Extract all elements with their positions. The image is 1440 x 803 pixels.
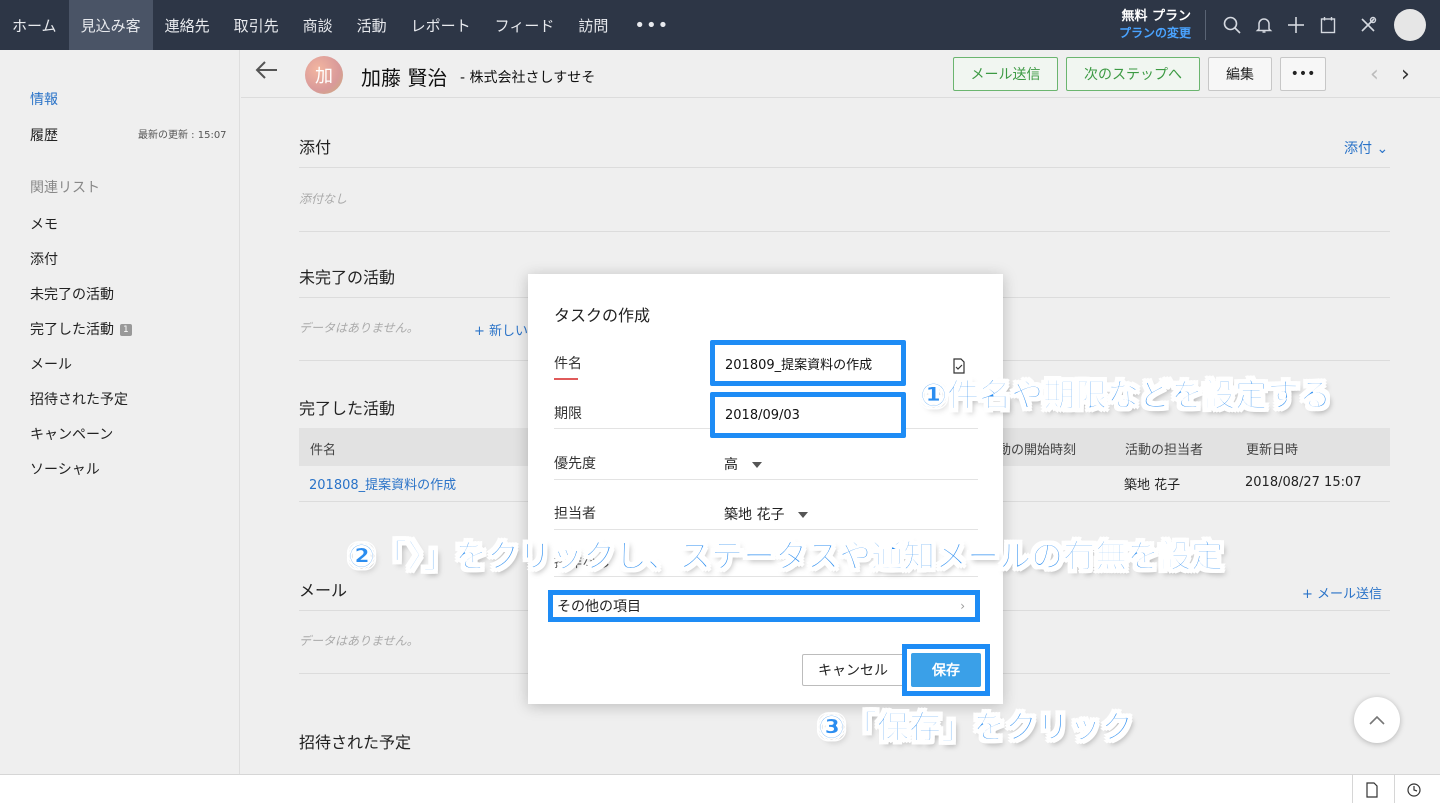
attachments-empty: 添付なし <box>299 192 348 206</box>
bell-icon[interactable] <box>1248 0 1280 50</box>
col-updated: 更新日時 <box>1246 443 1299 458</box>
user-avatar[interactable] <box>1394 9 1426 41</box>
more-actions-button[interactable]: ••• <box>1280 57 1326 91</box>
create-task-modal: タスクの作成 件名 201809_提案資料の作成 期限 2018/09/03 優… <box>528 274 1003 704</box>
plus-icon[interactable] <box>1280 0 1312 50</box>
tab-feeds[interactable]: フィード <box>483 0 567 50</box>
last-updated: 最新の更新 : 15:07 <box>138 130 227 141</box>
scroll-top-button[interactable] <box>1354 697 1400 743</box>
sidebar-item-label: 完了した活動 <box>30 322 114 338</box>
annotation-step-2: ②「〉」をクリックし、ステータスや通知メールの有無を設定 <box>347 537 1224 576</box>
divider <box>554 529 978 530</box>
history-icon[interactable] <box>1394 775 1432 803</box>
row-subject-link[interactable]: 201808_提案資料の作成 <box>309 474 456 493</box>
change-plan-link[interactable]: プランの変更 <box>1119 25 1191 41</box>
sidebar-item-social[interactable]: ソーシャル <box>30 459 100 479</box>
search-icon[interactable] <box>1216 0 1248 50</box>
priority-label: 優先度 <box>554 456 596 472</box>
more-tabs-button[interactable]: ••• <box>620 0 683 50</box>
modal-title: タスクの作成 <box>554 306 651 325</box>
chevron-right-icon[interactable]: › <box>960 599 965 613</box>
emails-title: メール <box>299 581 348 600</box>
tab-leads[interactable]: 見込み客 <box>68 0 153 50</box>
due-date-highlight: 2018/09/03 <box>710 392 906 438</box>
col-owner: 活動の担当者 <box>1125 443 1204 458</box>
required-indicator <box>554 378 578 380</box>
bottom-bar <box>0 774 1440 803</box>
subject-label: 件名 <box>554 356 582 372</box>
priority-select[interactable]: 高 <box>724 454 762 474</box>
save-button[interactable]: 保存 <box>911 653 981 687</box>
sidebar-item-info[interactable]: 情報 <box>30 89 58 109</box>
sidebar-item-campaigns[interactable]: キャンペーン <box>30 424 113 444</box>
owner-select[interactable]: 築地 花子 <box>724 504 809 524</box>
owner-value: 築地 花子 <box>724 507 785 523</box>
next-record-icon[interactable]: › <box>1401 62 1410 87</box>
tab-contacts[interactable]: 連絡先 <box>153 0 222 50</box>
top-nav: ホーム 見込み客 連絡先 取引先 商談 活動 レポート フィード 訪問 ••• … <box>0 0 1440 50</box>
annotation-step-1: ①件名や期限などを設定する <box>919 376 1332 415</box>
edit-button[interactable]: 編集 <box>1208 57 1272 91</box>
due-date-label: 期限 <box>554 406 582 422</box>
divider <box>299 167 1390 168</box>
sidebar-item-notes[interactable]: メモ <box>30 214 58 234</box>
tab-accounts[interactable]: 取引先 <box>222 0 291 50</box>
calendar-icon[interactable] <box>1312 0 1344 50</box>
record-header: 加 加藤 賢治 - 株式会社さしすせそ メール送信 次のステップへ 編集 •••… <box>241 50 1440 98</box>
priority-value: 高 <box>724 457 738 473</box>
col-subject: 件名 <box>310 443 337 458</box>
caret-down-icon <box>752 462 762 468</box>
prev-record-icon[interactable]: ‹ <box>1370 62 1379 87</box>
more-fields-label: その他の項目 <box>557 599 641 615</box>
related-list-heading: 関連リスト <box>30 180 100 196</box>
tools-icon[interactable] <box>1352 0 1384 50</box>
due-date-input[interactable]: 2018/09/03 <box>715 397 901 433</box>
closed-activities-title: 完了した活動 <box>299 399 396 418</box>
module-tabs: ホーム 見込み客 連絡先 取引先 商談 活動 レポート フィード 訪問 ••• <box>0 0 683 50</box>
tab-visits[interactable]: 訪問 <box>566 0 620 50</box>
cancel-button[interactable]: キャンセル <box>802 654 904 686</box>
tab-reports[interactable]: レポート <box>399 0 483 50</box>
divider <box>299 231 1390 232</box>
count-badge: 1 <box>120 324 132 336</box>
left-sidebar: 情報 履歴 最新の更新 : 15:07 関連リスト メモ 添付 未完了の活動 完… <box>0 50 240 774</box>
attach-dropdown[interactable]: 添付 ⌄ <box>1344 138 1388 158</box>
plan-name: 無料 プラン <box>1121 9 1191 24</box>
send-email-button[interactable]: メール送信 <box>953 57 1058 91</box>
new-activity-link[interactable]: + 新しい <box>474 320 528 339</box>
row-updated: 2018/08/27 15:07 <box>1245 475 1362 490</box>
send-email-link[interactable]: + メール送信 <box>1302 583 1382 602</box>
caret-down-icon <box>798 512 809 518</box>
tab-activities[interactable]: 活動 <box>345 0 399 50</box>
tab-deals[interactable]: 商談 <box>291 0 345 50</box>
divider <box>554 479 978 480</box>
next-step-button[interactable]: 次のステップへ <box>1066 57 1200 91</box>
sidebar-item-open-activities[interactable]: 未完了の活動 <box>30 284 114 304</box>
save-button-highlight: 保存 <box>902 644 990 696</box>
annotation-step-3: ③「保存」をクリック <box>817 708 1134 747</box>
sidebar-item-history[interactable]: 履歴 <box>30 125 58 145</box>
plan-info: 無料 プラン プランの変更 <box>1119 9 1206 41</box>
notes-icon[interactable] <box>1352 775 1390 803</box>
row-owner: 築地 花子 <box>1124 478 1181 493</box>
sidebar-item-invited-meetings[interactable]: 招待された予定 <box>30 389 128 409</box>
emails-empty: データはありません。 <box>299 634 419 648</box>
invited-meetings-title: 招待された予定 <box>299 733 412 752</box>
back-arrow-icon[interactable] <box>255 58 279 88</box>
open-activities-empty: データはありません。 <box>299 321 419 335</box>
sidebar-item-attachments[interactable]: 添付 <box>30 249 58 269</box>
record-avatar: 加 <box>305 56 343 94</box>
sidebar-item-closed-activities[interactable]: 完了した活動 1 <box>30 319 132 339</box>
record-name: 加藤 賢治 <box>361 66 448 90</box>
more-fields-row[interactable]: その他の項目 › <box>548 590 980 622</box>
subject-field-highlight: 201809_提案資料の作成 <box>710 340 906 386</box>
tab-home[interactable]: ホーム <box>0 0 69 50</box>
open-activities-title: 未完了の活動 <box>299 268 396 287</box>
owner-label: 担当者 <box>554 506 596 522</box>
record-company: - 株式会社さしすせそ <box>460 70 596 86</box>
attachments-title: 添付 <box>299 138 332 157</box>
subject-input[interactable]: 201809_提案資料の作成 <box>715 345 901 381</box>
sidebar-item-emails[interactable]: メール <box>30 354 72 374</box>
